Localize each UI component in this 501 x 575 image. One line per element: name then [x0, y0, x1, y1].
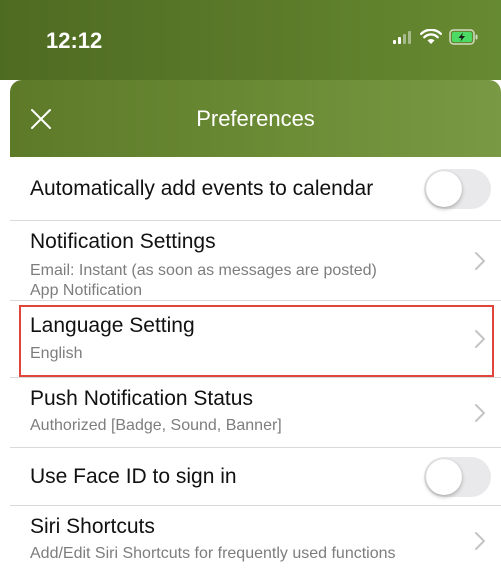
- row-notification-settings[interactable]: Notification Settings Email: Instant (as…: [10, 221, 501, 301]
- wifi-icon: [420, 28, 442, 50]
- nav-bar: Preferences: [10, 80, 501, 157]
- row-push-notification-status[interactable]: Push Notification Status Authorized [Bad…: [10, 378, 501, 448]
- row-face-id[interactable]: Use Face ID to sign in: [10, 448, 501, 506]
- row-subtitle: Authorized [Badge, Sound, Banner]: [30, 417, 282, 434]
- chevron-right-icon: [474, 251, 486, 271]
- status-icons: [393, 28, 479, 50]
- battery-charging-icon: [449, 29, 479, 50]
- row-title: Siri Shortcuts: [30, 515, 155, 538]
- row-subtitle: Email: Instant (as soon as messages are …: [30, 262, 377, 279]
- chevron-right-icon: [474, 403, 486, 423]
- row-subtitle: App Notification: [30, 282, 143, 299]
- row-title: Push Notification Status: [30, 387, 253, 410]
- chevron-right-icon: [474, 531, 486, 551]
- status-bar: 12:12: [0, 0, 501, 80]
- row-subtitle: Add/Edit Siri Shortcuts for frequently u…: [30, 545, 396, 562]
- row-siri-shortcuts[interactable]: Siri Shortcuts Add/Edit Siri Shortcuts f…: [10, 506, 501, 575]
- row-auto-add-calendar[interactable]: Automatically add events to calendar: [10, 157, 501, 221]
- toggle-knob: [426, 459, 462, 495]
- row-title: Use Face ID to sign in: [30, 465, 237, 488]
- row-title: Language Setting: [30, 314, 195, 337]
- status-time: 12:12: [46, 28, 103, 53]
- auto-add-calendar-toggle[interactable]: [424, 169, 491, 209]
- row-subtitle: English: [30, 345, 83, 362]
- chevron-right-icon: [474, 329, 486, 349]
- page-title: Preferences: [196, 106, 315, 131]
- toggle-knob: [426, 171, 462, 207]
- row-title: Notification Settings: [30, 230, 216, 253]
- row-title: Automatically add events to calendar: [30, 177, 374, 200]
- preferences-sheet: Preferences Automatically add events to …: [10, 80, 501, 575]
- preferences-list: Automatically add events to calendar Not…: [10, 157, 501, 575]
- row-language-setting[interactable]: Language Setting English: [10, 301, 501, 378]
- face-id-toggle[interactable]: [424, 457, 491, 497]
- app-screen: 12:12 Preferences Automatically add even…: [0, 0, 501, 575]
- cellular-signal-icon: [393, 30, 413, 49]
